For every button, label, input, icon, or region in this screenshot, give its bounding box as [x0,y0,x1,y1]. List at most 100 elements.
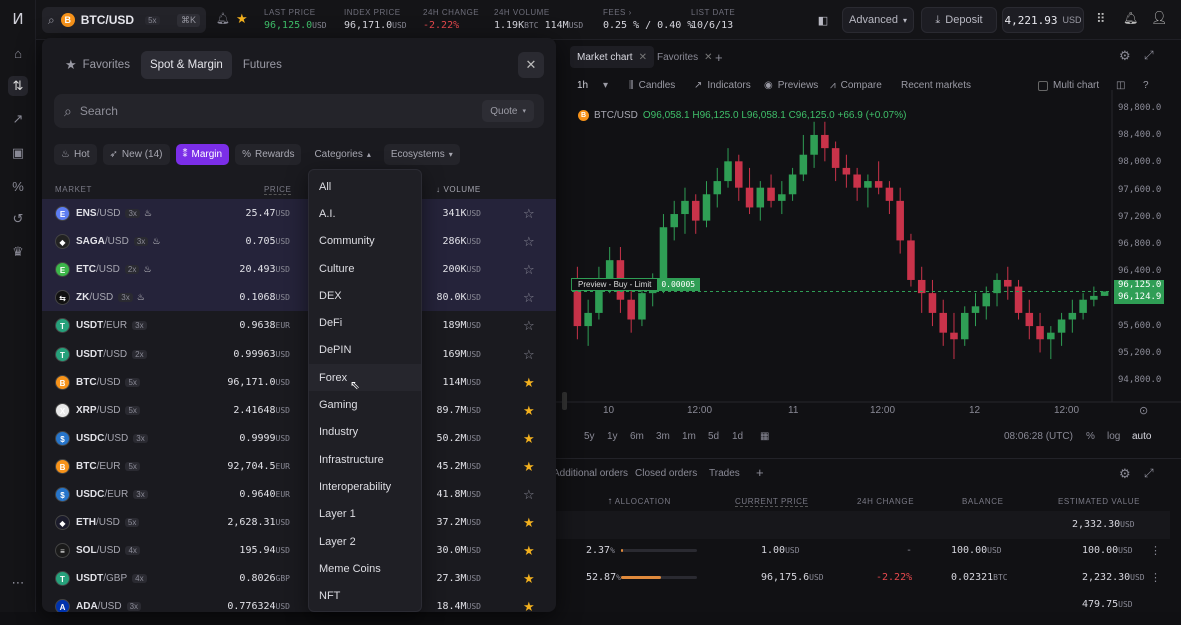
quote-dropdown[interactable]: Quote ▾ [482,100,534,122]
layout-icon[interactable]: ◧ [811,7,835,33]
favorite-star-icon[interactable]: ☆ [523,487,535,503]
close-button[interactable]: ✕ [518,52,544,78]
category-option[interactable]: DEX [309,282,421,309]
market-row[interactable]: E ENS/USD 3x ♨ 25.47USD 341KUSD ☆ [42,199,556,227]
add-tab-icon[interactable]: + [756,465,764,480]
category-option[interactable]: Community [309,228,421,255]
market-row[interactable]: $ USDC/USD 3x 0.9999USD 50.2MUSD ★ [42,424,556,452]
apps-grid-icon[interactable]: ⠿ [1096,11,1106,27]
tab-trades[interactable]: Trades [709,468,740,479]
category-option[interactable]: Culture [309,255,421,282]
percent-scale-toggle[interactable]: % [1086,431,1095,442]
symbol-selector[interactable]: ⌕ B BTC/USD 5x ⌘K [42,7,206,33]
tab-spot-margin[interactable]: Spot & Margin [140,51,232,79]
chip-hot[interactable]: ♨ Hot [54,144,97,165]
trophy-icon[interactable]: ♛ [8,242,28,262]
favorite-star-icon[interactable]: ★ [523,375,535,391]
favorite-star-icon[interactable]: ★ [523,571,535,587]
tab-closed-orders[interactable]: Closed orders [635,468,697,479]
favorite-star-icon[interactable]: ★ [523,543,535,559]
favorite-star-icon[interactable]: ★ [523,403,535,419]
range-button-5y[interactable]: 5y [584,431,595,442]
favorite-star-icon[interactable]: ☆ [523,262,535,278]
favorite-star-icon[interactable]: ☆ [523,318,535,334]
chip-ecosystems[interactable]: Ecosystems ▾ [383,144,460,165]
range-button-3m[interactable]: 3m [656,431,670,442]
market-row[interactable]: E ETC/USD 2x ♨ 20.493USD 200KUSD ☆ [42,255,556,284]
market-row[interactable]: ⇆ ZK/USD 3x ♨ 0.1068USD 80.0KUSD ☆ [42,283,556,312]
category-option[interactable]: NFT [309,582,421,609]
tab-favorites[interactable]: ★ Favorites [56,51,139,79]
chip-rewards[interactable]: % Rewards [235,144,302,165]
tab-additional-orders[interactable]: Additional orders [553,468,628,479]
category-option[interactable]: Layer 2 [309,528,421,555]
notification-bell-icon[interactable]: 🔔︎ [1123,11,1138,25]
range-button-5d[interactable]: 5d [708,431,719,442]
market-row[interactable]: ◆ SAGA/USD 3x ♨ 0.705USD 286KUSD ☆ [42,227,556,256]
market-row[interactable]: T USDT/EUR 3x 0.9638EUR 189MUSD ☆ [42,311,556,339]
market-row[interactable]: B BTC/USD 5x 96,171.0USD 114MUSD ★ [42,368,556,396]
category-option[interactable]: Infrastructure [309,446,421,473]
balance-row[interactable]: 2.37% 1.00USD -100.00USD 100.00USD ⋮ [556,545,1170,571]
percent-icon[interactable]: % [8,176,28,196]
market-row[interactable]: T USDT/GBP 4x 0.8026GBP 27.3MUSD ★ [42,564,556,592]
category-option[interactable]: Layer 1 [309,501,421,528]
market-row[interactable]: T USDT/USD 2x 0.99963USD 169MUSD ☆ [42,340,556,368]
gear-icon[interactable]: ⚙ [1119,466,1131,482]
tab-futures[interactable]: Futures [234,51,291,79]
history-icon[interactable]: ↺ [8,209,28,229]
market-row[interactable]: A ADA/USD 3x 0.776324USD 18.4MUSD ★ [42,592,556,612]
expand-icon[interactable]: ⤢ [1144,466,1154,481]
range-button-1m[interactable]: 1m [682,431,696,442]
favorite-star-icon[interactable]: ★ [523,431,535,447]
range-button-1d[interactable]: 1d [732,431,743,442]
more-icon[interactable]: ⋯ [8,573,28,593]
range-button-1y[interactable]: 1y [607,431,618,442]
favorite-star-icon[interactable]: ☆ [523,206,535,222]
market-row[interactable]: ≡ SOL/USD 4x 195.94USD 30.0MUSD ★ [42,536,556,564]
col-estimated-value[interactable]: ESTIMATED VALUE [1058,497,1140,506]
favorite-star-icon[interactable]: ★ [523,599,535,612]
balance-button[interactable]: 4,221.93 USD [1002,7,1084,33]
deposit-button[interactable]: ⤓ Deposit [921,7,997,33]
market-search[interactable]: ⌕ Search Quote ▾ [54,94,544,128]
category-option[interactable]: Industry [309,419,421,446]
chip-new[interactable]: ➶ New (14) [102,144,170,165]
col-balance[interactable]: BALANCE [962,497,1004,506]
kraken-logo-icon[interactable]: ⵍ [8,9,28,29]
favorite-star-icon[interactable]: ☆ [523,347,535,363]
category-option[interactable]: Interoperability [309,473,421,500]
balance-row[interactable]: 479.75USD [556,599,1170,625]
user-icon[interactable]: 👤︎ [1151,10,1168,26]
chip-margin[interactable]: ⁑ Margin [175,144,230,165]
category-option[interactable]: Forex [309,364,421,392]
order-preview-label[interactable]: Preview - Buy - Limit 0.00005 [571,278,701,291]
alert-bell-icon[interactable]: 🔔︎ [216,12,230,25]
log-scale-toggle[interactable]: log [1107,431,1120,442]
favorite-star-icon[interactable]: ★ [523,515,535,531]
favorite-star-icon[interactable]: ☆ [523,234,535,250]
category-option[interactable]: DePIN [309,337,421,364]
chart-scroll-handle[interactable] [562,392,567,410]
col-allocation[interactable]: ⭡ ALLOCATION [608,497,671,507]
favorite-star-icon[interactable]: ☆ [523,290,535,306]
kebab-menu-icon[interactable]: ⋮ [1150,571,1161,584]
col-market[interactable]: MARKET [55,185,92,194]
market-row[interactable]: B BTC/EUR 5x 92,704.5EUR 45.2MUSD ★ [42,452,556,480]
category-option[interactable]: All [309,173,421,200]
category-option[interactable]: DeFi [309,309,421,336]
price-chart[interactable] [556,40,1181,450]
favorite-star-icon[interactable]: ★ [236,11,248,27]
category-option[interactable]: Gaming [309,391,421,418]
auto-scale-toggle[interactable]: auto [1132,431,1151,442]
market-row[interactable]: ◆ ETH/USD 5x 2,628.31USD 37.2MUSD ★ [42,508,556,536]
favorite-star-icon[interactable]: ★ [523,459,535,475]
range-button-6m[interactable]: 6m [630,431,644,442]
mode-dropdown[interactable]: Advanced ▾ [842,7,914,33]
home-icon[interactable]: ⌂ [8,43,28,63]
kebab-menu-icon[interactable]: ⋮ [1150,544,1161,557]
chart-icon[interactable]: ↗ [8,109,28,129]
search-input[interactable]: Search [80,104,118,118]
col-current-price[interactable]: CURRENT PRICE [735,497,809,507]
col-price[interactable]: PRICE [264,185,292,195]
